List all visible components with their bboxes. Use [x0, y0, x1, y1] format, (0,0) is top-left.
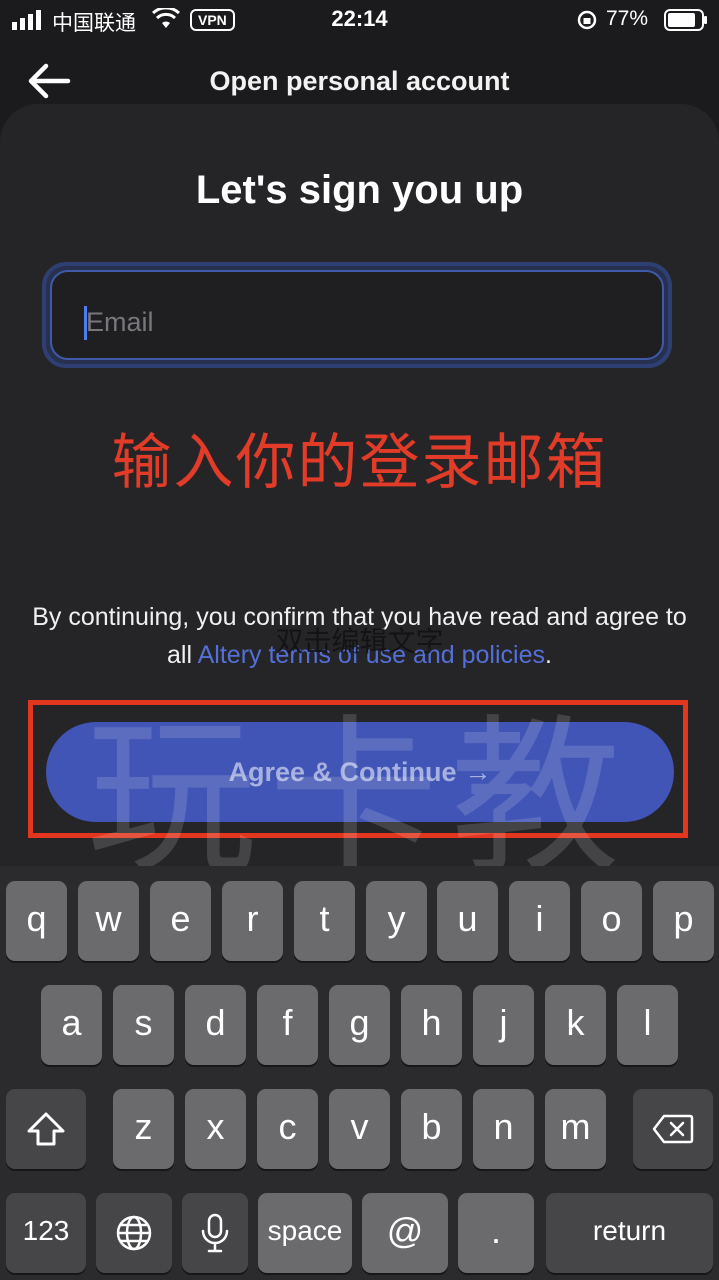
- key-q[interactable]: q: [6, 881, 67, 961]
- key-a[interactable]: a: [41, 985, 102, 1065]
- key-p[interactable]: p: [653, 881, 714, 961]
- key-w[interactable]: w: [78, 881, 139, 961]
- shift-key[interactable]: [6, 1089, 86, 1169]
- globe-icon: [116, 1215, 152, 1251]
- key-h[interactable]: h: [401, 985, 462, 1065]
- battery-percentage: 77%: [606, 7, 649, 30]
- dot-key[interactable]: .: [458, 1193, 534, 1273]
- shift-icon: [27, 1112, 65, 1146]
- key-y[interactable]: y: [366, 881, 427, 961]
- key-t[interactable]: t: [294, 881, 355, 961]
- annotation-label: 输入你的登录邮箱: [111, 429, 608, 496]
- key-u[interactable]: u: [437, 881, 498, 961]
- return-key[interactable]: return: [546, 1193, 713, 1273]
- battery-icon: [664, 9, 707, 31]
- email-field-inner: [50, 270, 664, 360]
- numbers-key[interactable]: 123: [6, 1193, 86, 1273]
- key-x[interactable]: x: [185, 1089, 246, 1169]
- key-f[interactable]: f: [257, 985, 318, 1065]
- key-c[interactable]: c: [257, 1089, 318, 1169]
- key-m[interactable]: m: [545, 1089, 606, 1169]
- email-input[interactable]: [86, 300, 606, 344]
- keyboard: q w e r t y u i o p a s d f g h j k l z …: [0, 866, 719, 1280]
- signup-sheet: Let's sign you up 输入你的登录邮箱 By continuing…: [0, 104, 719, 1140]
- globe-key[interactable]: [96, 1193, 172, 1273]
- key-v[interactable]: v: [329, 1089, 390, 1169]
- key-e[interactable]: e: [150, 881, 211, 961]
- signup-heading: Let's sign you up: [195, 168, 524, 212]
- status-bar: 中国联通 VPN 22:14 77%: [0, 0, 719, 40]
- key-s[interactable]: s: [113, 985, 174, 1065]
- page-title: Open personal account: [209, 66, 510, 96]
- backspace-icon: [652, 1114, 694, 1144]
- email-field[interactable]: [42, 262, 672, 368]
- key-l[interactable]: l: [617, 985, 678, 1065]
- key-n[interactable]: n: [473, 1089, 534, 1169]
- dictation-key[interactable]: [182, 1193, 248, 1273]
- key-i[interactable]: i: [509, 881, 570, 961]
- key-k[interactable]: k: [545, 985, 606, 1065]
- at-key[interactable]: @: [362, 1193, 448, 1273]
- key-z[interactable]: z: [113, 1089, 174, 1169]
- key-r[interactable]: r: [222, 881, 283, 961]
- watermark-small-text: 双击编辑文字: [275, 626, 444, 657]
- key-b[interactable]: b: [401, 1089, 462, 1169]
- key-j[interactable]: j: [473, 985, 534, 1065]
- nav-bar: Open personal account: [0, 40, 719, 110]
- rotation-lock-icon: [577, 10, 597, 30]
- backspace-key[interactable]: [633, 1089, 713, 1169]
- key-d[interactable]: d: [185, 985, 246, 1065]
- key-g[interactable]: g: [329, 985, 390, 1065]
- key-o[interactable]: o: [581, 881, 642, 961]
- microphone-icon: [201, 1213, 229, 1253]
- space-key[interactable]: space: [258, 1193, 352, 1273]
